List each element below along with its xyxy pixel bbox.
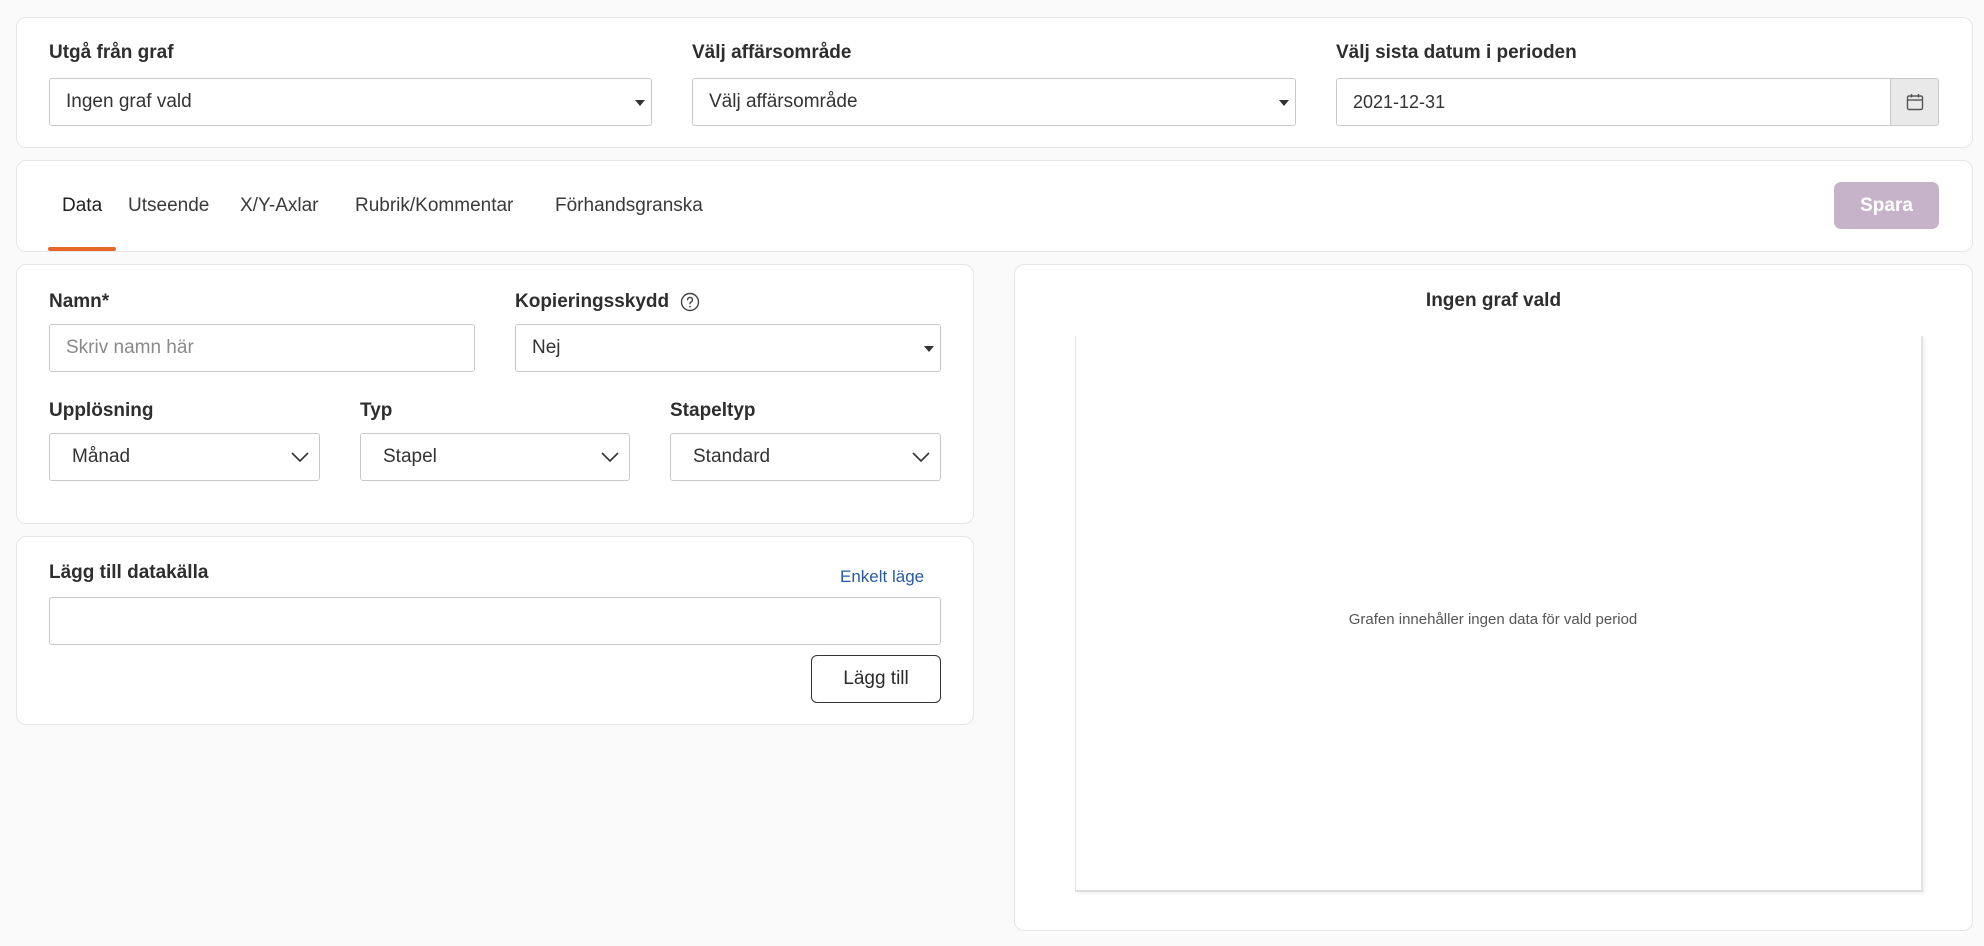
empty-chart-message: Grafen innehåller ingen data för vald pe…: [1348, 611, 1638, 628]
chevron-down-icon: [601, 452, 619, 463]
date-label: Välj sista datum i perioden: [1336, 42, 1577, 63]
calendar-icon: [1906, 94, 1923, 111]
graph-select-label: Utgå från graf: [49, 42, 174, 63]
date-input-value: 2021-12-31: [1353, 91, 1446, 112]
name-input-placeholder: Skriv namn här: [66, 337, 194, 358]
copy-protection-label: Kopieringsskydd: [515, 291, 701, 313]
graph-select[interactable]: Ingen graf vald: [49, 78, 652, 126]
help-circle-icon[interactable]: [679, 291, 701, 313]
tab-data[interactable]: Data: [62, 195, 102, 217]
copy-protection-label-text: Kopieringsskydd: [515, 291, 670, 312]
calendar-button[interactable]: [1890, 78, 1939, 126]
resolution-label: Upplösning: [49, 400, 154, 421]
resolution-value: Månad: [72, 446, 131, 467]
datasource-input[interactable]: [49, 597, 941, 645]
bartype-label: Stapeltyp: [670, 400, 756, 421]
graph-select-value: Ingen graf vald: [66, 91, 192, 112]
type-label: Typ: [360, 400, 393, 421]
resolution-select[interactable]: Månad: [49, 433, 320, 481]
active-tab-indicator: [48, 247, 116, 251]
datasource-title: Lägg till datakälla: [49, 562, 209, 583]
form-card: [16, 264, 974, 524]
add-button[interactable]: Lägg till: [811, 655, 941, 703]
type-value: Stapel: [383, 446, 437, 467]
caret-down-icon: [924, 346, 934, 352]
tab-forhandsgranska[interactable]: Förhandsgranska: [555, 195, 703, 217]
area-select[interactable]: Välj affärsområde: [692, 78, 1296, 126]
type-select[interactable]: Stapel: [360, 433, 630, 481]
caret-down-icon: [1279, 100, 1289, 106]
bartype-value: Standard: [693, 446, 771, 467]
preview-title: Ingen graf vald: [1425, 290, 1562, 311]
date-input[interactable]: 2021-12-31: [1336, 78, 1891, 126]
bartype-select[interactable]: Standard: [670, 433, 941, 481]
name-input[interactable]: Skriv namn här: [49, 324, 475, 372]
chevron-down-icon: [291, 452, 309, 463]
area-select-value: Välj affärsområde: [709, 91, 858, 112]
copy-protection-value: Nej: [532, 337, 561, 358]
chevron-down-icon: [912, 452, 930, 463]
copy-protection-select[interactable]: Nej: [515, 324, 941, 372]
caret-down-icon: [635, 100, 645, 106]
tab-rubrik-kommentar[interactable]: Rubrik/Kommentar: [355, 195, 513, 217]
name-label: Namn*: [49, 291, 110, 312]
simple-mode-link[interactable]: Enkelt läge: [840, 567, 924, 587]
tab-utseende[interactable]: Utseende: [128, 195, 209, 217]
save-button[interactable]: Spara: [1834, 182, 1939, 229]
area-select-label: Välj affärsområde: [692, 42, 852, 63]
tab-xy-axlar[interactable]: X/Y-Axlar: [240, 195, 319, 217]
